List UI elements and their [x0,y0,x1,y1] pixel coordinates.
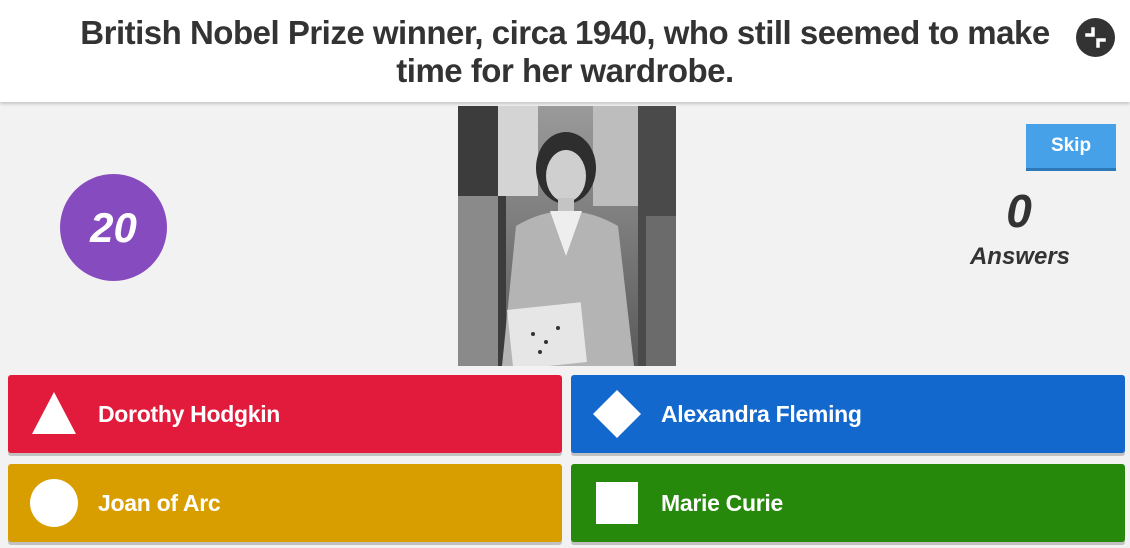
answer-option-yellow[interactable]: Joan of Arc [8,464,562,542]
answers-count: 0 [1006,185,1032,237]
exit-fullscreen-icon [1085,27,1106,48]
question-image [458,106,676,366]
question-text: British Nobel Prize winner, circa 1940, … [80,14,1050,89]
answer-label: Marie Curie [661,490,783,516]
answer-option-green[interactable]: Marie Curie [571,464,1125,542]
answer-label: Dorothy Hodgkin [98,401,281,427]
fullscreen-button[interactable] [1076,18,1115,57]
circle-icon [30,479,78,527]
diamond-icon [593,390,641,438]
answer-option-red[interactable]: Dorothy Hodgkin [8,375,562,453]
square-icon [596,482,638,524]
answer-label: Joan of Arc [98,490,221,516]
question-header: British Nobel Prize winner, circa 1940, … [0,0,1130,102]
countdown-timer: 20 [60,174,167,281]
triangle-icon [32,392,76,434]
answers-label: Answers [969,243,1071,270]
timer-value: 20 [90,203,137,251]
skip-button[interactable]: Skip [1026,124,1116,168]
portrait-photo [458,106,676,366]
answer-option-blue[interactable]: Alexandra Fleming [571,375,1125,453]
answer-label: Alexandra Fleming [661,401,862,427]
